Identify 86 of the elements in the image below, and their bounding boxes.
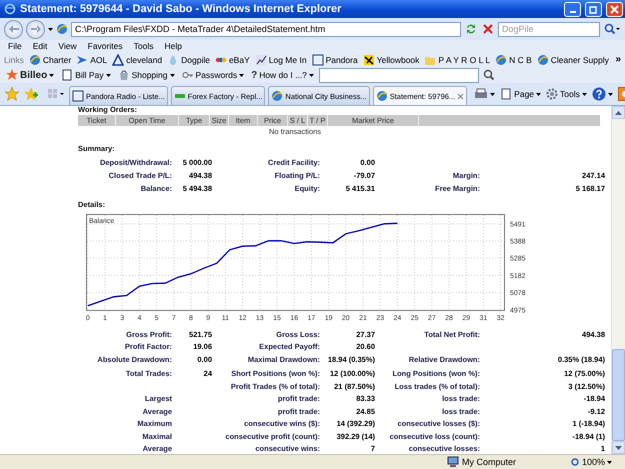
link-item[interactable]: Yellowbook (362, 54, 420, 66)
gear-icon (546, 88, 558, 100)
page-icon (500, 88, 512, 100)
arrow-icon (8, 25, 18, 33)
link-item[interactable]: N C B (494, 54, 533, 66)
caret-icon (536, 92, 542, 96)
add-favorite-button[interactable] (23, 86, 39, 102)
document-icon (61, 69, 74, 81)
search-button[interactable] (482, 67, 496, 83)
caret-icon (608, 92, 613, 96)
caret-icon (607, 460, 612, 464)
triangle-icon (112, 54, 124, 66)
caret-icon (239, 74, 244, 76)
help-button[interactable] (590, 86, 614, 102)
minimize-button[interactable] (564, 2, 581, 16)
scroll-up-button[interactable] (612, 106, 625, 119)
close-icon (457, 92, 464, 100)
link-item[interactable]: cleveland (111, 54, 164, 66)
chart-icon (254, 54, 267, 66)
down-arrow-icon (615, 446, 622, 450)
menu-item[interactable]: Help (160, 41, 186, 51)
menu-item[interactable]: View (54, 41, 81, 51)
globe-icon (495, 54, 508, 66)
key-icon (182, 69, 194, 81)
link-item[interactable]: P A Y R O L L (423, 54, 492, 66)
globe-icon (376, 90, 388, 102)
billeo-logo-button[interactable]: Billeo (4, 69, 56, 81)
toolbar-menu-button[interactable]: Bill Pay (59, 69, 113, 81)
command-menu-button[interactable]: Page (499, 86, 542, 102)
zoom-button[interactable]: 100% (571, 457, 619, 467)
caret-icon (49, 74, 54, 76)
star-icon (6, 69, 18, 81)
caret-icon (170, 74, 174, 76)
caret-icon (106, 74, 111, 76)
menu-item[interactable]: Favorites (84, 41, 127, 51)
minimize-icon (570, 11, 576, 13)
up-arrow-icon (615, 110, 622, 114)
maximize-icon (589, 4, 598, 14)
computer-icon (447, 456, 459, 468)
link-item[interactable]: Charter (28, 54, 72, 66)
globe-icon (536, 54, 549, 66)
globe-icon (28, 54, 41, 66)
search-field[interactable]: DogPile (498, 22, 600, 36)
globe-icon (271, 90, 284, 102)
arrow-icon (76, 54, 88, 66)
zoom-icon (571, 458, 580, 466)
maximize-button[interactable] (585, 2, 602, 16)
close-icon (610, 4, 619, 14)
toolbar-menu-button[interactable]: ? How do I ...? (249, 70, 316, 80)
close-button[interactable] (606, 2, 623, 16)
menu-item[interactable]: File (4, 41, 26, 51)
address-field[interactable]: C:\Program Files\FXDD - MetaTrader 4\DetailedStatement.htm (71, 22, 461, 36)
browser-icon (4, 3, 16, 15)
zone-text: My Computer (462, 457, 516, 467)
caret-icon (582, 92, 587, 96)
link-item[interactable]: Cleaner Supply (536, 54, 610, 66)
toolbar-menu-button[interactable]: Shopping (116, 69, 176, 81)
printer-icon (474, 88, 488, 100)
forward-button[interactable] (26, 20, 45, 38)
links-label: Links (4, 54, 24, 64)
caret-icon (490, 92, 496, 96)
scroll-down-button[interactable] (612, 441, 625, 454)
caret-icon (308, 74, 314, 76)
menu-item[interactable]: Edit (28, 41, 52, 51)
favorites-button[interactable] (4, 86, 20, 102)
link-item[interactable]: Log Me In (254, 54, 308, 66)
arrow-icon (30, 25, 40, 33)
link-item[interactable]: AOL (75, 54, 108, 66)
window-title: Statement: 5979644 - David Sabo - Windows Internet Explorer (20, 3, 342, 15)
search-button[interactable] (603, 21, 621, 37)
link-item[interactable]: Pandora (310, 54, 359, 66)
link-item[interactable]: Dogpile (166, 54, 211, 66)
toolbar-menu-button[interactable]: Passwords (180, 69, 246, 81)
link-item[interactable]: eBaY (214, 54, 251, 66)
caret-icon (48, 28, 53, 30)
command-menu-button[interactable]: Tools (545, 86, 588, 102)
scroll-thumb[interactable] (612, 349, 625, 441)
toolbar-search-field[interactable] (318, 68, 479, 82)
menu-item[interactable]: Tools (130, 41, 158, 51)
sign-icon (362, 54, 375, 66)
square-icon (72, 90, 84, 102)
back-button[interactable] (4, 20, 23, 38)
bag-icon (118, 69, 130, 81)
globe-icon (56, 23, 68, 35)
scrollbar[interactable] (611, 106, 625, 454)
more-links[interactable]: » (615, 54, 621, 65)
